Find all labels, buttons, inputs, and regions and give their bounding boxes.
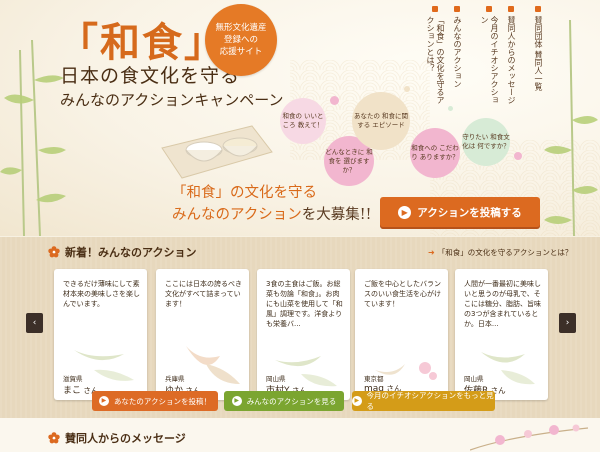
action-card-prefecture: 兵庫県 — [165, 375, 185, 383]
action-card[interactable]: ここには日本の誇るべき文化がすべて詰まっています！ 兵庫県 ゆか さん — [156, 269, 249, 400]
nav-item-about-action[interactable]: 「和食」の文化を守るアクションとは？ — [425, 6, 445, 110]
bubble-text: あなたの 和食に関する エピソード — [353, 112, 409, 129]
supporter-messages-section: 賛同人からのメッセージ — [0, 418, 600, 452]
campaign-logo-washoku: 「和食」 — [58, 19, 226, 66]
supporter-messages-title: 賛同人からのメッセージ — [65, 432, 186, 445]
carousel-prev-button[interactable]: ‹ — [26, 313, 43, 333]
about-action-link-label: 「和食」の文化を守るアクションとは？ — [437, 248, 573, 257]
unesco-support-badge: 無形文化遺産 登録への 応援サイト — [205, 4, 277, 76]
action-card-text: 3食の主食はご飯。お総菜も勿論「和食」。お肉にも山菜を使用して「和風」調理です。… — [266, 280, 343, 328]
action-card[interactable]: 人間が一番最初に美味しいと思うのが母乳で、そこには糖分、脂肪、旨味の3つが含まれ… — [455, 269, 548, 400]
campaign-title-line1: 日本の食文化を守る — [60, 65, 241, 87]
rice-bowl-tray-image — [161, 125, 273, 179]
nav-item-monthly-pick[interactable]: 今月のイチオシアクション — [479, 6, 499, 110]
action-card-prefecture: 東京都 — [364, 375, 384, 383]
latest-actions-section: 新着！みんなのアクション ➜ 「和食」の文化を守るアクションとは？ ‹ › でき… — [0, 237, 600, 418]
hero-banner: 「和食」 日本の食文化を守る みんなのアクションキャンペーン 無形文化遺産 登録… — [0, 0, 600, 236]
bamboo-right-decoration — [544, 20, 598, 236]
view-monthly-picks-button[interactable]: ▶ 今月のイチオシアクションをもっと見る — [352, 391, 495, 411]
action-card-prefecture: 岡山県 — [464, 375, 484, 383]
view-all-actions-label: みんなのアクションを見る — [246, 396, 337, 406]
post-your-action-button[interactable]: ▶ あなたのアクションを投稿！ — [92, 391, 218, 411]
view-monthly-picks-label: 今月のイチオシアクションをもっと見る — [366, 391, 494, 411]
action-card[interactable]: できるだけ薄味にして素材本来の美味しさを楽しんでいます。 滋賀県 まこ さん — [54, 269, 147, 400]
decorative-dot — [404, 86, 410, 92]
headline-line2-part1: みんなのアクション — [172, 207, 302, 223]
arrow-right-icon: ➜ — [428, 248, 435, 257]
action-card[interactable]: ご飯を中心としたバランスのいい食生活を心がけています！ 東京都 mag さん — [355, 269, 448, 400]
badge-line-1: 無形文化遺産 — [215, 23, 267, 33]
campaign-title-line2: みんなのアクションキャンペーン — [60, 91, 284, 109]
post-action-button[interactable]: ▶ アクションを投稿する — [380, 197, 540, 227]
about-action-link[interactable]: ➜ 「和食」の文化を守るアクションとは？ — [428, 247, 572, 258]
action-card-text: ここには日本の誇るべき文化がすべて詰まっています！ — [165, 280, 242, 308]
post-your-action-label: あなたのアクションを投稿！ — [113, 396, 212, 406]
nav-item-supporter-messages[interactable]: 賛同人からのメッセージ — [506, 6, 516, 110]
question-bubble-good-points: 和食の いいところ 教えて！ — [280, 98, 326, 144]
question-bubble-protect: 守りたい 和食文化は 何ですか？ — [462, 118, 510, 166]
bubble-text: 守りたい 和食文化は 何ですか？ — [462, 133, 510, 150]
supporter-messages-header: 賛同人からのメッセージ — [48, 430, 186, 446]
bubble-text: 和食への こだわり ありますか？ — [411, 144, 459, 161]
chevron-right-icon: › — [565, 318, 570, 328]
flower-branch-decoration — [470, 424, 589, 451]
carousel-next-button[interactable]: › — [559, 313, 576, 333]
bubble-text: どんなときに 和食を 選びますか？ — [325, 147, 373, 174]
badge-line-3: 応援サイト — [219, 47, 263, 57]
ume-flower-icon — [48, 246, 60, 258]
badge-line-2: 登録への — [223, 35, 258, 45]
arrow-right-icon: ▶ — [398, 205, 412, 219]
author-name: まこ — [63, 386, 82, 396]
arrow-right-icon: ▶ — [352, 396, 362, 406]
headline-line1: 「和食」の文化を守る — [172, 185, 317, 201]
action-card[interactable]: 3食の主食はご飯。お総菜も勿論「和食」。お肉にも山菜を使用して「和風」調理です。… — [257, 269, 350, 400]
post-action-button-label: アクションを投稿する — [417, 206, 522, 219]
arrow-right-icon: ▶ — [98, 396, 109, 406]
headline-line2: みんなのアクションを大募集!! — [172, 204, 371, 226]
ume-flower-icon — [48, 432, 60, 444]
latest-actions-title: 新着！みんなのアクション — [65, 246, 197, 259]
action-card-prefecture: 滋賀県 — [63, 375, 83, 383]
chevron-left-icon: ‹ — [32, 318, 37, 328]
decorative-dot — [514, 152, 522, 160]
question-bubble-episode: あなたの 和食に関する エピソード — [352, 92, 410, 150]
headline-line2-part2: を大募集!! — [301, 207, 372, 223]
nav-item-supporter-list[interactable]: 賛同団体 賛同人一覧 — [533, 6, 543, 110]
action-card-text: ご飯を中心としたバランスのいい食生活を心がけています！ — [364, 280, 441, 308]
latest-actions-header: 新着！みんなのアクション — [48, 244, 196, 260]
action-card-text: できるだけ薄味にして素材本来の美味しさを楽しんでいます。 — [63, 280, 140, 308]
question-bubble-commitment: 和食への こだわり ありますか？ — [410, 128, 460, 178]
recruit-headline: 「和食」の文化を守る みんなのアクションを大募集!! — [172, 182, 371, 226]
arrow-right-icon: ▶ — [231, 396, 242, 406]
view-all-actions-button[interactable]: ▶ みんなのアクションを見る — [224, 391, 344, 411]
action-card-text: 人間が一番最初に美味しいと思うのが母乳で、そこには糖分、脂肪、旨味の3つが含まれ… — [464, 280, 541, 328]
decorative-dot — [330, 96, 339, 105]
action-card-prefecture: 岡山県 — [266, 375, 286, 383]
nav-item-everyones-action[interactable]: みんなのアクション — [452, 6, 462, 110]
bubble-text: 和食の いいところ 教えて！ — [282, 112, 324, 129]
